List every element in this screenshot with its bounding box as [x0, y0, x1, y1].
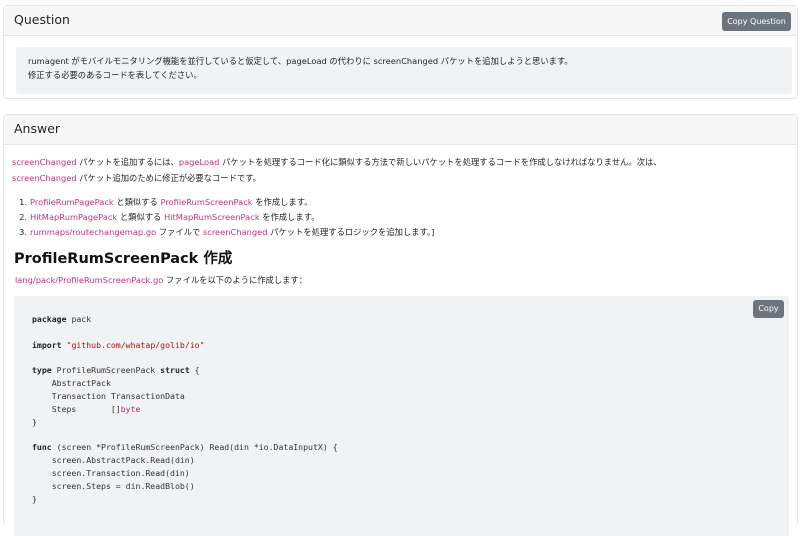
code-block: Copy package pack import "github.com/wha… — [14, 296, 789, 536]
inline-code: screenChanged — [12, 173, 77, 183]
answer-card: Answer screenChanged パケットを追加するには、pageLoa… — [3, 114, 798, 536]
intro-line-1: screenChanged パケットを追加するには、pageLoad パケットを… — [12, 156, 662, 168]
file-path-line: lang/pack/ProfileRumScreenPack.go ファイルを以… — [15, 275, 308, 285]
list-item: 1. ProfileRumPagePack と類似する ProfileRumScr… — [19, 197, 313, 207]
answer-title: Answer — [14, 121, 61, 136]
answer-header: Answer — [4, 115, 797, 145]
question-line-2: 修正する必要のあるコードを表してください。 — [28, 70, 202, 80]
inline-code: lang/pack/ProfileRumScreenPack.go — [15, 275, 164, 285]
question-header: Question Copy Question — [4, 6, 797, 36]
question-text-box: rumagent がモバイルモニタリング機能を並行していると仮定して、pageL… — [16, 47, 792, 94]
copy-code-button[interactable]: Copy — [753, 300, 784, 318]
copy-question-button[interactable]: Copy Question — [722, 12, 791, 31]
inline-code: screenChanged — [12, 157, 77, 167]
intro-text: パケット追加のために修正が必要なコードです。 — [76, 173, 261, 183]
question-title: Question — [14, 12, 70, 27]
inline-code: pageLoad — [178, 157, 220, 167]
list-item: 2. HitMapRumPagePack と類似する HitMapRumScree… — [19, 212, 320, 222]
code-content: package pack import "github.com/whatap/g… — [32, 314, 338, 504]
question-card: Question Copy Question rumagent がモバイルモニタ… — [3, 5, 798, 99]
list-item: 3. rummaps/routechangemap.go ファイルで screen… — [19, 227, 435, 237]
section-heading: ProfileRumScreenPack 作成 — [14, 251, 233, 267]
intro-line-2: screenChanged パケット追加のために修正が必要なコードです。 — [12, 172, 261, 184]
intro-text: パケットを追加するには、 — [76, 157, 179, 167]
intro-text: パケットを処理するコード化に類似する方法で新しいパケットを処理するコードを作成し… — [219, 157, 662, 167]
question-line-1: rumagent がモバイルモニタリング機能を並行していると仮定して、pageL… — [28, 56, 573, 66]
